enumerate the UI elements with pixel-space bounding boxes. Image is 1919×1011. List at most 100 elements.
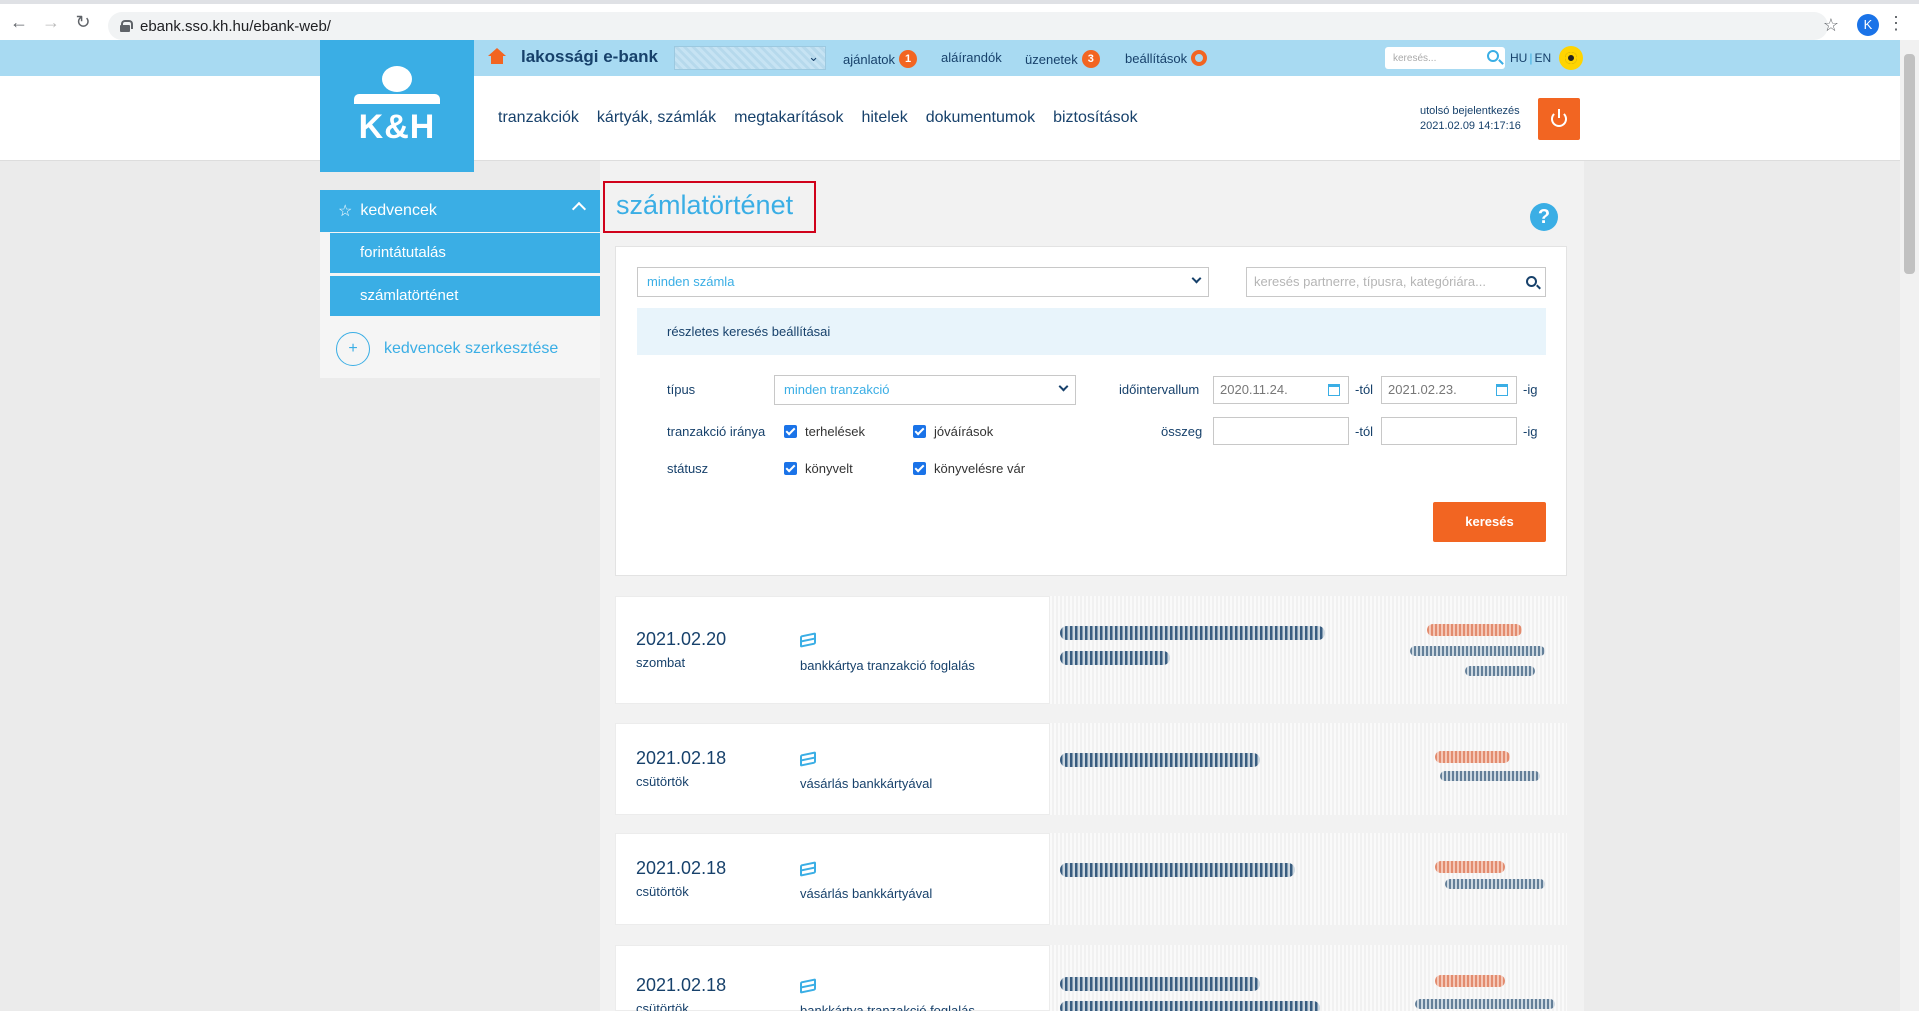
booked-label: könyvelt [805, 461, 853, 476]
transaction-description: bankkártya tranzakció foglalás [800, 658, 975, 673]
accessibility-icon[interactable] [1559, 46, 1583, 70]
logout-button[interactable] [1538, 98, 1580, 140]
date-from-value: 2020.11.24. [1220, 382, 1288, 397]
transaction-details [615, 596, 1050, 704]
date-from-input[interactable]: 2020.11.24. [1213, 376, 1349, 404]
type-label: típus [667, 382, 696, 397]
forward-icon[interactable]: → [38, 9, 64, 35]
bookmark-star-icon[interactable]: ☆ [1823, 15, 1839, 36]
redacted-partner [1060, 977, 1260, 991]
nav-loans[interactable]: hitelek [861, 109, 907, 127]
transaction-date: 2021.02.18 [636, 858, 727, 878]
main-navigation: tranzakciók kártyák, számlák megtakarítá… [498, 109, 1138, 127]
type-value: minden tranzakció [784, 382, 890, 397]
sidebar-item-transfer[interactable]: forintátutalás [330, 233, 600, 273]
scrollbar-thumb[interactable] [1904, 54, 1915, 274]
transaction-details [615, 723, 1050, 815]
transaction-search-input[interactable]: keresés partnerre, típusra, kategóriára.… [1246, 267, 1546, 297]
gear-icon [1191, 50, 1208, 66]
detailed-search-header[interactable]: részletes keresés beállításai [637, 308, 1546, 355]
chevron-down-icon [1191, 273, 1202, 284]
to-sign-link[interactable]: aláírandók [941, 50, 1002, 65]
ebank-title[interactable]: lakossági e-bank [521, 47, 658, 67]
transaction-row[interactable]: 2021.02.18 csütörtök bankkártya tranzakc… [615, 945, 1567, 1011]
edit-favorites-link[interactable]: + kedvencek szerkesztése [336, 332, 558, 366]
transaction-details [615, 833, 1050, 925]
redacted-detail [1060, 1001, 1320, 1011]
search-icon[interactable] [1487, 50, 1499, 62]
offers-link[interactable]: ajánlatok 1 [843, 50, 918, 68]
transaction-day: csütörtök [636, 1001, 689, 1011]
help-icon[interactable]: ? [1530, 203, 1558, 231]
credits-checkbox[interactable] [913, 425, 926, 438]
edit-favorites-label: kedvencek szerkesztése [384, 340, 559, 357]
search-button[interactable]: keresés [1433, 502, 1546, 542]
url-text: ebank.sso.kh.hu/ebank-web/ [140, 17, 331, 35]
calendar-icon[interactable] [1496, 384, 1508, 396]
date-to-input[interactable]: 2021.02.23. [1381, 376, 1517, 404]
nav-savings[interactable]: megtakarítások [734, 109, 843, 127]
amount-from-input[interactable] [1213, 417, 1349, 445]
redacted-partner [1060, 863, 1295, 877]
redacted-amount [1435, 975, 1505, 987]
chevron-up-icon [571, 201, 587, 217]
amount-from-suffix: -tól [1355, 424, 1374, 439]
lang-hu[interactable]: HU [1510, 51, 1527, 65]
debits-checkbox[interactable] [784, 425, 797, 438]
account-filter-select[interactable]: minden számla [637, 267, 1209, 297]
logo-figure-head [382, 65, 412, 92]
nav-documents[interactable]: dokumentumok [926, 109, 1035, 127]
favorites-header[interactable]: ☆ kedvencek [320, 190, 600, 232]
favorites-sidebar: ☆ kedvencek forintátutalás számlatörténe… [320, 190, 600, 378]
browser-toolbar: ← → ↻ ebank.sso.kh.hu/ebank-web/ ☆ K ⋮ [0, 0, 1919, 40]
star-icon: ☆ [338, 203, 353, 220]
amount-to-suffix: -ig [1523, 424, 1538, 439]
lang-en[interactable]: EN [1534, 51, 1551, 65]
debits-label: terhelések [805, 424, 865, 439]
transaction-row[interactable]: 2021.02.18 csütörtök vásárlás bankkártyá… [615, 723, 1567, 815]
messages-count-badge: 3 [1081, 50, 1100, 68]
transaction-date: 2021.02.18 [636, 975, 727, 995]
reload-icon[interactable]: ↻ [70, 9, 96, 35]
settings-link[interactable]: beállítások [1125, 50, 1208, 66]
credits-label: jóváírások [934, 424, 994, 439]
sidebar-item-account-history[interactable]: számlatörténet [330, 276, 600, 316]
calendar-icon[interactable] [1328, 384, 1340, 396]
nav-insurance[interactable]: biztosítások [1053, 109, 1137, 127]
redacted-balance [1415, 999, 1555, 1009]
chevron-down-icon: ⌄ [808, 49, 819, 64]
type-select[interactable]: minden tranzakció [774, 375, 1076, 405]
nav-cards-accounts[interactable]: kártyák, számlák [597, 109, 716, 127]
settings-label: beállítások [1125, 50, 1188, 66]
search-icon[interactable] [1526, 276, 1537, 287]
back-icon[interactable]: ← [6, 9, 32, 35]
nav-transactions[interactable]: tranzakciók [498, 109, 579, 127]
account-selector[interactable]: ⌄ [674, 46, 826, 70]
transaction-description: bankkártya tranzakció foglalás [800, 1003, 975, 1011]
transaction-day: csütörtök [636, 884, 689, 899]
browser-menu-icon[interactable]: ⋮ [1887, 13, 1905, 34]
booked-checkbox[interactable] [784, 462, 797, 475]
from-suffix: -tól [1355, 382, 1374, 397]
messages-label: üzenetek [1025, 51, 1078, 67]
redacted-balance [1440, 771, 1540, 781]
page-scrollbar[interactable] [1900, 40, 1919, 1011]
top-search-input[interactable]: keresés... [1385, 47, 1505, 69]
messages-link[interactable]: üzenetek 3 [1025, 50, 1100, 68]
profile-avatar[interactable]: K [1857, 14, 1879, 36]
last-login-label: utolsó bejelentkezés [1420, 105, 1520, 117]
kh-logo[interactable]: K&H [320, 40, 474, 172]
chevron-down-icon [1058, 381, 1069, 392]
pending-label: könyvelésre vár [934, 461, 1026, 476]
transaction-row[interactable]: 2021.02.20 szombat bankkártya tranzakció… [615, 596, 1567, 704]
transaction-description: vásárlás bankkártyával [800, 886, 933, 901]
transaction-day: csütörtök [636, 774, 689, 789]
page-title: számlatörténet [616, 190, 794, 220]
home-icon[interactable] [488, 48, 506, 66]
redacted-balance [1445, 879, 1545, 889]
amount-to-input[interactable] [1381, 417, 1517, 445]
redacted-area [1050, 723, 1567, 815]
address-bar[interactable]: ebank.sso.kh.hu/ebank-web/ [108, 12, 1828, 40]
pending-checkbox[interactable] [913, 462, 926, 475]
transaction-row[interactable]: 2021.02.18 csütörtök vásárlás bankkártyá… [615, 833, 1567, 925]
